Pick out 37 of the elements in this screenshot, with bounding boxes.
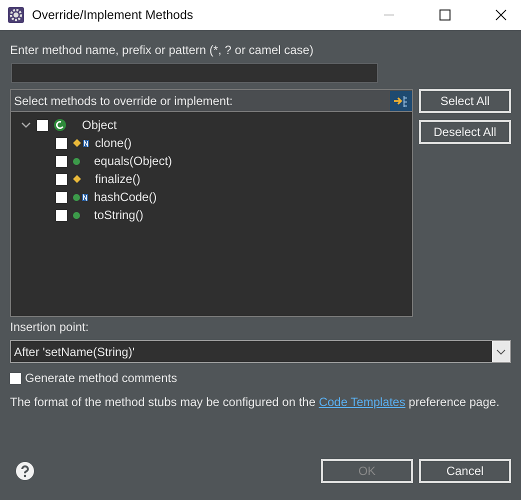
dot-icon — [73, 158, 80, 164]
checkbox[interactable] — [56, 210, 67, 220]
tree-item[interactable]: toString() — [94, 208, 144, 222]
checkbox[interactable] — [56, 174, 67, 184]
tree-item[interactable]: clone() — [95, 136, 132, 150]
help-icon[interactable] — [16, 462, 34, 480]
checkbox[interactable] — [56, 138, 67, 148]
checkbox[interactable] — [37, 120, 48, 130]
tree-item[interactable]: finalize() — [95, 172, 140, 186]
panel-header: Select methods to override or implement: — [14, 94, 233, 108]
class-icon — [54, 119, 66, 131]
tree-item[interactable]: equals(Object) — [94, 154, 172, 168]
checkbox[interactable] — [10, 372, 21, 384]
dialog-button[interactable]: Cancel — [419, 459, 511, 483]
tree-item[interactable]: Object — [82, 118, 117, 132]
side-button[interactable]: Select All — [419, 89, 511, 113]
window-title: Override/Implement Methods — [32, 8, 194, 22]
checkbox[interactable] — [56, 156, 67, 166]
insertion-label: Insertion point: — [10, 320, 90, 334]
checkbox[interactable] — [56, 192, 67, 202]
diamond-icon — [73, 175, 81, 183]
insertion-dropdown[interactable]: After 'setName(String)' — [10, 340, 511, 363]
checkbox-label[interactable]: Generate method comments — [25, 371, 178, 385]
maximize-icon[interactable] — [439, 9, 451, 21]
filter-field[interactable] — [11, 63, 378, 83]
sort-icon[interactable] — [390, 90, 412, 110]
app-icon — [8, 7, 24, 23]
chevron-icon[interactable] — [21, 120, 31, 130]
chevron-icon — [496, 348, 506, 354]
close-icon[interactable] — [495, 9, 507, 21]
info-text: The format of the method stubs may be configured on the Code Templates preference page. — [10, 395, 500, 409]
filter-label: Enter method name, prefix or pattern (*, ? or camel case) — [10, 43, 314, 57]
diamond-icon — [73, 139, 81, 147]
dot-icon — [73, 194, 80, 200]
tree-item[interactable]: hashCode() — [94, 190, 157, 204]
side-button[interactable]: Deselect All — [419, 120, 511, 144]
dot-icon — [73, 212, 80, 218]
